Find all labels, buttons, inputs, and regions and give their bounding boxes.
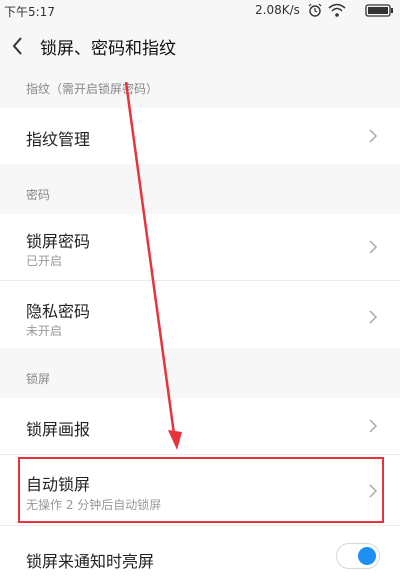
chevron-left-icon[interactable] [8,33,28,59]
row-subtitle: 未开启 [26,324,63,338]
row-auto-lock[interactable]: 自动锁屏 无操作 2 分钟后自动锁屏 [0,455,400,525]
row-subtitle: 已开启 [26,254,63,268]
chevron-right-icon [369,484,378,498]
status-time: 下午5:17 [4,5,55,19]
chevron-right-icon [369,419,378,433]
chevron-right-icon [369,310,378,324]
battery-icon [365,4,393,17]
status-net-speed: 2.08K/s [255,3,300,17]
section-header-lockscreen: 锁屏 [0,360,400,398]
section-header-password: 密码 [0,176,400,214]
row-title: 锁屏画报 [26,420,91,439]
row-lock-magazine[interactable]: 锁屏画报 [0,398,400,454]
chevron-right-icon [369,240,378,254]
section-header-fingerprint: 指纹（需开启锁屏密码） [0,70,400,108]
status-bar: 下午5:17 2.08K/s [0,0,400,22]
row-title: 自动锁屏 [26,475,91,494]
row-privacy-password[interactable]: 隐私密码 未开启 [0,281,400,348]
row-title: 锁屏密码 [26,232,91,251]
row-subtitle: 无操作 2 分钟后自动锁屏 [26,498,162,512]
chevron-right-icon [369,129,378,143]
alarm-icon [308,3,322,17]
page-title: 锁屏、密码和指纹 [40,39,176,59]
section-label: 密码 [26,188,51,202]
wifi-icon [328,3,346,17]
wake-on-notification-toggle[interactable] [336,543,380,569]
section-label: 指纹（需开启锁屏密码） [26,82,159,96]
row-lock-password[interactable]: 锁屏密码 已开启 [0,214,400,280]
section-label: 锁屏 [26,372,51,386]
toggle-knob [358,547,376,565]
row-title: 指纹管理 [26,130,91,149]
title-bar: 锁屏、密码和指纹 [0,22,400,70]
row-title: 锁屏来通知时亮屏 [26,552,155,571]
row-fingerprint-manage[interactable]: 指纹管理 [0,108,400,164]
row-title: 隐私密码 [26,302,91,321]
